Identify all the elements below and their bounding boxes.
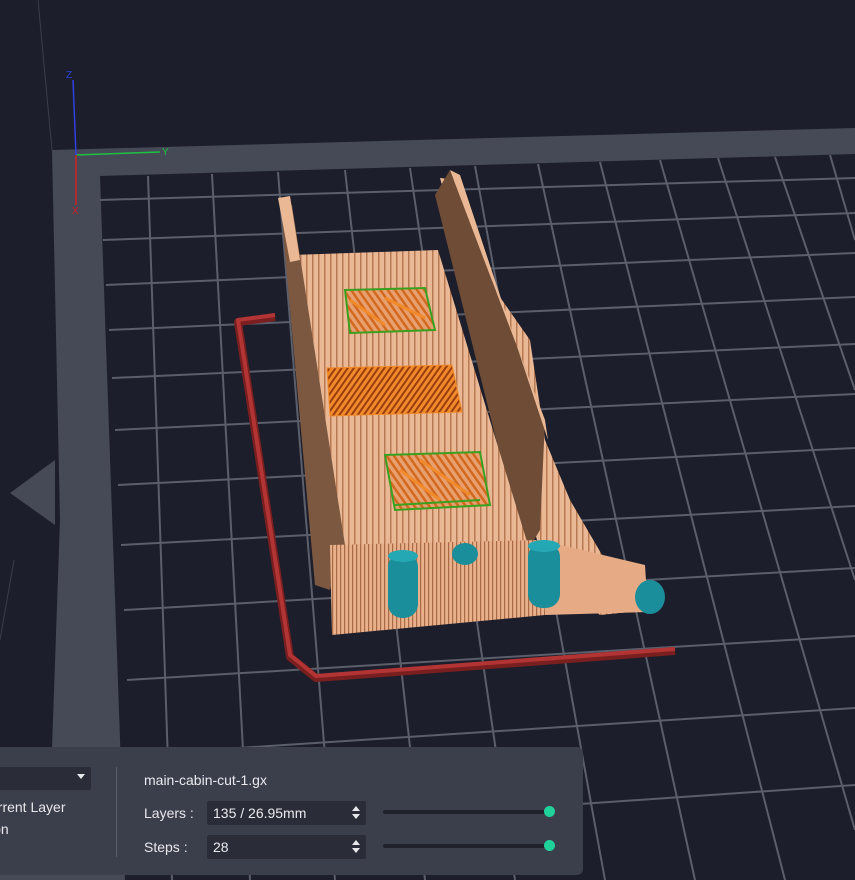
layers-label: Layers : <box>144 805 194 821</box>
panel-divider <box>116 767 117 857</box>
layers-slider[interactable] <box>383 806 555 817</box>
steps-slider-thumb[interactable] <box>544 840 555 851</box>
svg-text:Y: Y <box>162 147 169 158</box>
spin-down-icon[interactable] <box>352 848 360 853</box>
svg-text:X: X <box>72 206 79 217</box>
infill-region-1 <box>343 286 437 335</box>
option-current-layer[interactable]: urrent Layer <box>0 799 65 815</box>
layers-slider-thumb[interactable] <box>544 806 555 817</box>
file-name: main-cabin-cut-1.gx <box>144 772 267 788</box>
steps-slider[interactable] <box>383 840 555 851</box>
spin-up-icon[interactable] <box>352 806 360 811</box>
layers-spinbox[interactable]: 135 / 26.95mm <box>207 801 366 825</box>
option-position[interactable]: ion <box>0 821 9 837</box>
layers-value: 135 / 26.95mm <box>213 805 307 821</box>
steps-value: 28 <box>213 839 229 855</box>
steps-label: Steps : <box>144 839 188 855</box>
layer-preview-panel: urrent Layer ion main-cabin-cut-1.gx Lay… <box>0 747 583 875</box>
view-mode-dropdown[interactable] <box>0 767 91 790</box>
svg-text:Z: Z <box>66 70 72 81</box>
spin-up-icon[interactable] <box>352 840 360 845</box>
chevron-down-icon <box>77 774 85 779</box>
spin-down-icon[interactable] <box>352 814 360 819</box>
steps-spinbox[interactable]: 28 <box>207 835 366 859</box>
infill-region-2 <box>326 364 463 417</box>
